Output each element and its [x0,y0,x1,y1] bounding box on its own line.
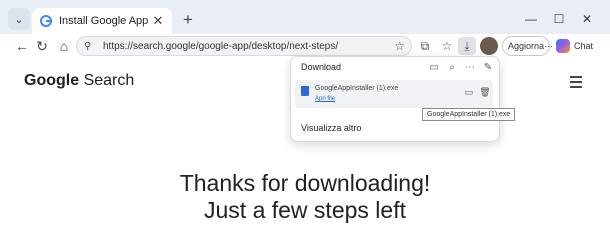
tab-title: Install Google App [59,15,149,27]
new-tab-button[interactable]: + [178,10,198,30]
close-icon[interactable]: ✕ [150,13,166,29]
pin-icon[interactable]: ✎ [481,60,495,74]
downloads-title: Download [301,62,342,72]
folder-icon[interactable]: ▭ [427,60,441,74]
download-file-name: GoogleAppInstaller (1).exe [315,85,399,92]
page-headline: Thanks for downloading! Just a few steps… [0,170,610,224]
chat-button[interactable]: Chat [556,36,598,56]
google-search-logo[interactable]: Google Search [24,72,134,90]
chat-label: Chat [574,41,594,51]
close-window-icon[interactable]: ✕ [574,8,600,30]
more-icon[interactable]: ⋯ [463,60,477,74]
back-icon[interactable]: ← [12,36,32,56]
extensions-icon[interactable]: ⧉ [416,37,434,55]
see-more-link[interactable]: Visualizza altro [301,123,361,133]
headline-line-2: Just a few steps left [204,197,406,223]
home-icon[interactable]: ⌂ [54,36,74,56]
file-icon [301,86,309,96]
search-icon[interactable]: ⌕ [445,60,459,74]
download-item[interactable]: GoogleAppInstaller (1).exe Apri file ▭ 🗑 [295,80,493,108]
tab-list-icon[interactable]: ⌄ [8,8,30,30]
hamburger-menu-icon[interactable] [570,76,582,91]
logo-suffix: Search [83,72,135,89]
headline-line-1: Thanks for downloading! [179,170,431,196]
downloads-panel: Download ▭ ⌕ ⋯ ✎ GoogleAppInstaller (1).… [290,56,500,142]
star-icon[interactable]: ☆ [394,39,405,53]
address-bar[interactable]: ⚲ https://search.google/google-app/deskt… [76,36,412,56]
avatar[interactable] [480,37,498,55]
browser-toolbar: ← ↻ ⌂ ⚲ https://search.google/google-app… [0,34,610,58]
trash-icon[interactable]: 🗑 [479,86,491,98]
minimize-icon[interactable]: — [518,8,544,30]
copilot-icon [556,39,570,53]
logo-brand: Google [24,72,80,89]
update-button[interactable]: Aggiorna ··· [502,36,554,56]
google-favicon [40,15,52,27]
maximize-icon[interactable]: ☐ [546,8,572,30]
refresh-icon[interactable]: ↻ [32,36,52,56]
tooltip: GoogleAppInstaller (1).exe [422,108,516,121]
tab-strip: ⌄ Install Google App ✕ + — ☐ ✕ [0,0,610,34]
tab-active[interactable]: Install Google App ✕ [32,8,172,34]
site-info-icon[interactable]: ⚲ [84,41,98,52]
update-label: Aggiorna [508,41,545,51]
favorites-icon[interactable]: ☆ [438,37,456,55]
more-icon: ··· [544,41,554,51]
download-icon[interactable]: ⤓ [458,37,476,55]
folder-icon[interactable]: ▭ [463,86,475,98]
open-file-link[interactable]: Apri file [315,96,335,102]
address-url[interactable]: https://search.google/google-app/desktop… [103,41,394,52]
